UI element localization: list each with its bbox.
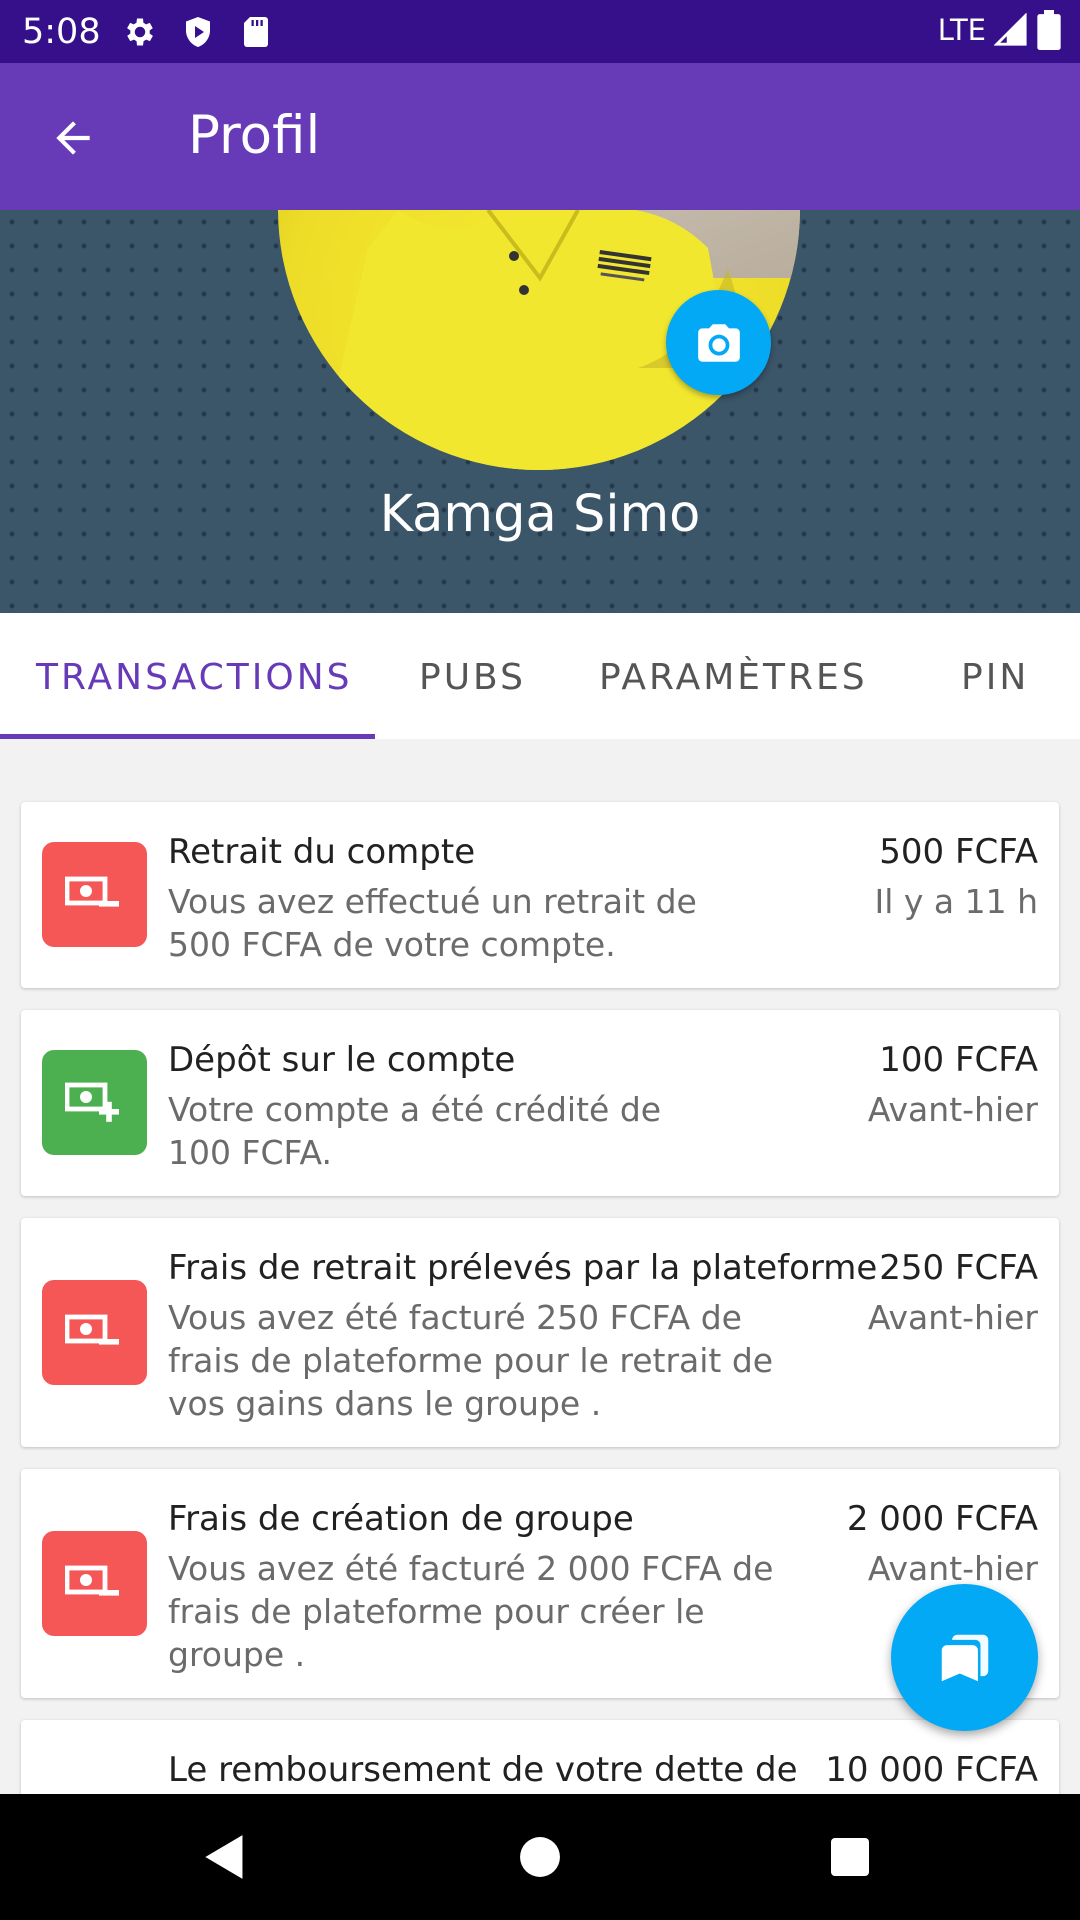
transaction-time: Avant-hier — [867, 1549, 1038, 1588]
tab-transactions[interactable]: TRANSACTIONS — [36, 657, 352, 698]
battery-icon — [1037, 10, 1061, 50]
cash-minus-icon — [64, 1565, 119, 1596]
network-type: LTE — [937, 13, 986, 47]
back-button[interactable] — [38, 103, 108, 173]
profile-name: Kamga Simo — [379, 485, 701, 544]
status-time: 5:08 — [22, 12, 101, 52]
transaction-amount: 500 FCFA — [879, 832, 1038, 872]
recents-square-icon — [831, 1838, 869, 1876]
arrow-back-icon — [56, 121, 90, 155]
tab-bar: TRANSACTIONS PUBS PARAMÈTRES PIN — [0, 613, 1080, 739]
transaction-time: Avant-hier — [867, 1090, 1038, 1129]
status-right-group: LTE — [938, 10, 1062, 50]
nav-back-button[interactable] — [195, 1827, 255, 1887]
transaction-title: Dépôt sur le compte — [168, 1040, 516, 1080]
transaction-card[interactable]: Le remboursement de votre dette de 10 00… — [21, 1720, 1059, 1794]
sd-card-icon — [244, 17, 268, 47]
cash-minus-icon — [64, 1314, 119, 1345]
cash-minus-icon — [64, 876, 119, 907]
shield-play-icon — [186, 17, 210, 47]
transaction-time: Il y a 11 h — [874, 882, 1038, 921]
transaction-icon — [42, 1050, 147, 1155]
tab-pin[interactable]: PIN — [961, 657, 1029, 698]
nav-home-button[interactable] — [510, 1827, 570, 1887]
transaction-card[interactable]: Dépôt sur le compte 100 FCFA Votre compt… — [21, 1010, 1059, 1196]
profile-header: Kamga Simo — [0, 210, 1080, 613]
copy-pages-icon — [941, 1634, 988, 1681]
transaction-description: Votre compte a été crédité de 100 FCFA. — [168, 1090, 662, 1172]
transaction-title: Frais de retrait prélevés par la platefo… — [168, 1248, 878, 1288]
transaction-description: Vous avez effectué un retrait de 500 FCF… — [168, 882, 697, 964]
transaction-title: Le remboursement de votre dette de — [168, 1750, 798, 1790]
transaction-icon — [42, 1280, 147, 1385]
app-bar: Profil — [0, 63, 1080, 210]
home-circle-icon — [520, 1837, 560, 1877]
transaction-description: Vous avez été facturé 250 FCFA de frais … — [168, 1298, 774, 1423]
cash-plus-icon — [64, 1082, 119, 1122]
transaction-icon — [42, 1531, 147, 1636]
camera-icon — [697, 323, 740, 362]
transaction-amount: 10 000 FCFA — [825, 1750, 1038, 1790]
change-photo-button[interactable] — [666, 290, 771, 395]
back-triangle-icon — [205, 1835, 243, 1879]
transaction-amount: 100 FCFA — [879, 1040, 1038, 1080]
transaction-icon — [42, 842, 147, 947]
signal-icon — [994, 13, 1027, 46]
transaction-time: Avant-hier — [867, 1298, 1038, 1337]
transaction-title: Frais de création de groupe — [168, 1499, 634, 1539]
tab-parametres[interactable]: PARAMÈTRES — [599, 657, 868, 698]
floating-action-button[interactable] — [891, 1584, 1038, 1731]
tab-pubs[interactable]: PUBS — [419, 657, 526, 698]
transaction-description: Vous avez été facturé 2 000 FCFA de frai… — [168, 1549, 774, 1674]
settings-icon — [127, 18, 153, 46]
nav-recents-button[interactable] — [820, 1827, 880, 1887]
system-nav-bar — [0, 1794, 1080, 1920]
transaction-amount: 250 FCFA — [879, 1248, 1038, 1288]
transaction-title: Retrait du compte — [168, 832, 476, 872]
transaction-card[interactable]: Frais de retrait prélevés par la platefo… — [21, 1218, 1059, 1447]
page-title: Profil — [188, 105, 321, 166]
transaction-card[interactable]: Retrait du compte 500 FCFA Vous avez eff… — [21, 802, 1059, 988]
transaction-amount: 2 000 FCFA — [846, 1499, 1038, 1539]
status-bar: 5:08 LTE — [0, 0, 1080, 63]
